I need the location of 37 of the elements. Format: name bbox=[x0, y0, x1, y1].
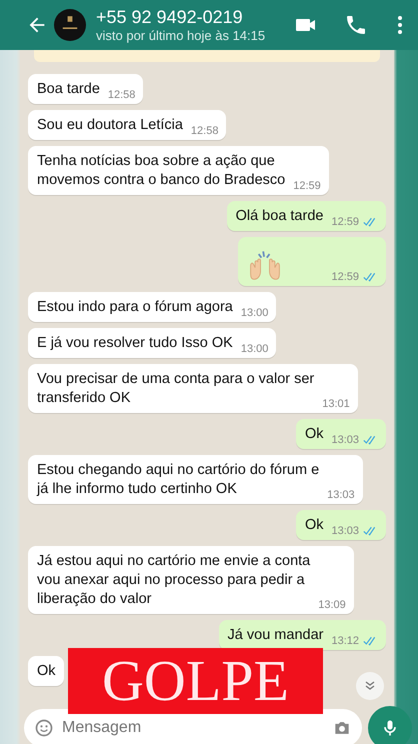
contact-name[interactable]: +55 92 9492-0219 bbox=[96, 7, 268, 28]
message-time: 13:03 bbox=[331, 434, 359, 446]
message-text: Vou precisar de uma conta para o valor ser transferido OK bbox=[37, 370, 314, 408]
message-input[interactable]: Mensagem bbox=[60, 718, 326, 738]
emoji-icon[interactable] bbox=[34, 718, 54, 738]
message-text: Ok bbox=[304, 516, 324, 535]
message-time: 12:58 bbox=[190, 125, 218, 137]
avatar-icon[interactable] bbox=[54, 9, 86, 41]
scam-warning-toast: GOLPE bbox=[68, 648, 323, 714]
phone-icon[interactable] bbox=[344, 13, 368, 37]
message-text: Estou indo para o fórum agora bbox=[37, 298, 233, 317]
microphone-button[interactable] bbox=[368, 706, 412, 744]
message-time: 13:12 bbox=[331, 635, 359, 647]
double-chevron-down-icon bbox=[364, 680, 376, 692]
message-time: 12:59 bbox=[331, 271, 359, 283]
message-time: 12:59 bbox=[331, 216, 359, 228]
message-text: Olá boa tarde bbox=[236, 207, 324, 226]
message-time: 13:00 bbox=[240, 343, 268, 355]
message-text: Já estou aqui no cartório me envie a conta vou anexar aqui no processo para pedir a liberação do valor bbox=[37, 552, 310, 609]
message-text: Estou chegando aqui no cartório do fórum e já lhe informo tudo certinho OK bbox=[37, 461, 320, 499]
message-text: Boa tarde bbox=[37, 80, 100, 99]
message-time: 13:00 bbox=[240, 307, 268, 319]
message-time: 13:03 bbox=[327, 489, 355, 501]
last-seen-text: visto por último hoje às 14:15 bbox=[96, 28, 266, 43]
menu-icon[interactable] bbox=[396, 13, 404, 37]
message-text: Ok bbox=[304, 425, 324, 444]
message-text: E já vou resolver tudo Isso OK bbox=[37, 334, 233, 353]
message-text: Sou eu doutora Letícia bbox=[37, 116, 183, 135]
message-text: Ok bbox=[37, 662, 56, 681]
message-time: 12:59 bbox=[293, 180, 321, 192]
message-time: 13:01 bbox=[322, 398, 350, 410]
scroll-down-button[interactable] bbox=[356, 672, 384, 700]
message-text: Tenha notícias boa sobre a ação que movemos contra o banco do Bradesco bbox=[37, 152, 286, 190]
message-text: Já vou mandar bbox=[228, 626, 324, 645]
message-time: 12:58 bbox=[108, 89, 136, 101]
message-time: 13:03 bbox=[331, 525, 359, 537]
message-time: 13:09 bbox=[318, 599, 346, 611]
